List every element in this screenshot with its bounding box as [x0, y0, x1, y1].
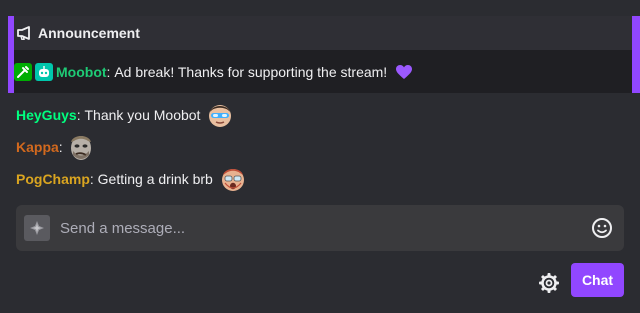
chat-message: PogChamp: Getting a drink brb — [16, 164, 247, 194]
gear-icon[interactable] — [537, 271, 561, 295]
emoji-icon[interactable] — [590, 216, 614, 240]
username-separator: : — [58, 139, 63, 155]
chat-message-input[interactable] — [58, 218, 590, 238]
chat-username[interactable]: Kappa — [16, 139, 59, 155]
chat-message-text: Getting a drink brb — [97, 171, 213, 187]
bits-icon[interactable] — [24, 215, 50, 241]
announcement-message: Moobot: Ad break! Thanks for supporting … — [14, 50, 632, 93]
username-separator: : — [106, 63, 111, 80]
announcement-title: Announcement — [38, 25, 140, 41]
chat-message: Kappa: — [16, 132, 95, 162]
announcement-header: Announcement — [14, 16, 632, 50]
purple-heart-icon — [395, 64, 413, 80]
chat-message-text: Thank you Moobot — [84, 107, 201, 123]
username-separator: : — [76, 107, 81, 123]
heyguys-emote[interactable] — [206, 101, 234, 129]
chat-username[interactable]: PogChamp — [16, 171, 90, 187]
chat-send-button[interactable]: Chat — [571, 263, 624, 297]
pogchamp-emote[interactable] — [219, 165, 247, 193]
megaphone-icon — [16, 26, 34, 40]
moderator-badge-icon[interactable] — [14, 62, 32, 81]
announcement-username[interactable]: Moobot — [56, 64, 107, 80]
chat-message: HeyGuys: Thank you Moobot — [16, 100, 234, 130]
chat-username[interactable]: HeyGuys — [16, 107, 77, 123]
announcement-card: Announcement Moobot: Ad break! Thanks fo… — [8, 16, 640, 93]
username-separator: : — [89, 171, 94, 187]
kappa-emote[interactable] — [67, 133, 95, 161]
chat-input-container — [16, 205, 624, 251]
bot-badge-icon[interactable] — [35, 62, 53, 81]
announcement-text: Ad break! Thanks for supporting the stre… — [114, 63, 388, 80]
